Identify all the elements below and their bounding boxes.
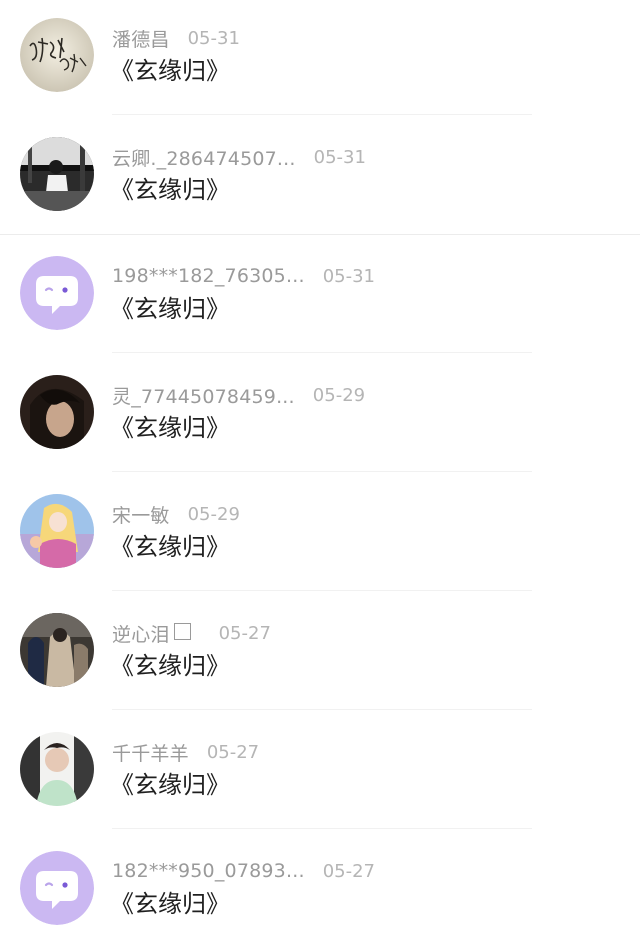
portrait-avatar-icon[interactable]: [20, 375, 94, 449]
comment-row[interactable]: 逆心泪 05-27 《玄缘归》: [0, 595, 640, 714]
comment-username[interactable]: 灵_77445078459...: [112, 382, 295, 409]
comment-list: 潘德昌 05-31 《玄缘归》 云卿._286474507... 05-31 《…: [0, 0, 640, 940]
comment-username[interactable]: 逆心泪: [112, 620, 170, 647]
row-divider: [112, 828, 532, 829]
street-photo-avatar-icon[interactable]: [20, 613, 94, 687]
row-divider: [112, 352, 532, 353]
chat-bubble-default-avatar-icon[interactable]: [20, 851, 94, 925]
photo-avatar-icon[interactable]: [20, 137, 94, 211]
portrait-avatar-icon[interactable]: [20, 732, 94, 806]
comment-date: 05-27: [322, 860, 376, 882]
comment-row[interactable]: 198***182_76305... 05-31 《玄缘归》: [0, 238, 640, 357]
row-divider: [112, 590, 532, 591]
comment-message[interactable]: 《玄缘归》: [110, 411, 230, 445]
comment-row[interactable]: 宋一敏 05-29 《玄缘归》: [0, 476, 640, 595]
comment-username[interactable]: 千千羊羊: [112, 739, 189, 766]
comment-username[interactable]: 宋一敏: [112, 501, 170, 528]
row-divider: [112, 471, 532, 472]
anime-avatar-icon[interactable]: [20, 494, 94, 568]
row-divider: [112, 709, 532, 710]
comment-username[interactable]: 云卿._286474507...: [112, 144, 296, 171]
comment-message[interactable]: 《玄缘归》: [110, 530, 230, 564]
comment-date: 05-31: [187, 27, 240, 49]
comment-date: 05-27: [206, 741, 260, 763]
comment-username[interactable]: 182***950_07893...: [112, 860, 305, 882]
comment-date: 05-29: [187, 503, 240, 525]
comment-message[interactable]: 《玄缘归》: [110, 768, 230, 802]
comment-message[interactable]: 《玄缘归》: [110, 649, 230, 683]
comment-row[interactable]: 灵_77445078459... 05-29 《玄缘归》: [0, 357, 640, 476]
comment-date: 05-31: [322, 265, 376, 287]
comment-message[interactable]: 《玄缘归》: [110, 54, 230, 88]
comment-date: 05-27: [218, 622, 271, 644]
comment-message[interactable]: 《玄缘归》: [110, 887, 230, 921]
comment-row[interactable]: 千千羊羊 05-27 《玄缘归》: [0, 714, 640, 833]
comment-row[interactable]: 云卿._286474507... 05-31 《玄缘归》: [0, 119, 640, 238]
comment-message[interactable]: 《玄缘归》: [110, 173, 230, 207]
comment-row[interactable]: 潘德昌 05-31 《玄缘归》: [0, 0, 640, 119]
empty-box-icon: [173, 622, 191, 640]
comment-row[interactable]: 182***950_07893... 05-27 《玄缘归》: [0, 833, 640, 952]
comment-date: 05-29: [312, 384, 366, 406]
row-divider: [112, 114, 532, 115]
chat-bubble-default-avatar-icon[interactable]: [20, 256, 94, 330]
calligraphy-avatar-icon[interactable]: [20, 18, 94, 92]
comment-username[interactable]: 潘德昌: [112, 25, 170, 52]
section-divider: [0, 234, 640, 235]
comment-date: 05-31: [313, 146, 366, 168]
comment-username[interactable]: 198***182_76305...: [112, 265, 305, 287]
comment-message[interactable]: 《玄缘归》: [110, 292, 230, 326]
